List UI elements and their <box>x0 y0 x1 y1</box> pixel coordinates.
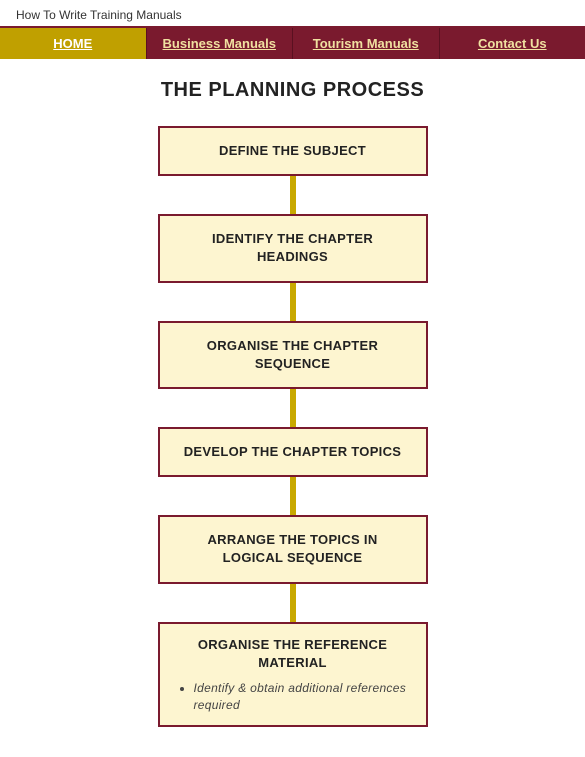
flowchart-box-5: ARRANGE THE TOPICS INLOGICAL SEQUENCE <box>158 515 428 583</box>
nav-item-tourism[interactable]: Tourism Manuals <box>293 28 440 59</box>
flowchart-box-2: IDENTIFY THE CHAPTER HEADINGS <box>158 214 428 282</box>
nav-item-business[interactable]: Business Manuals <box>147 28 294 59</box>
flowchart-box-6-title: ORGANISE THE REFERENCE MATERIAL <box>176 636 410 672</box>
flow-connector-2 <box>290 283 296 321</box>
flowchart-box-3-text: ORGANISE THE CHAPTER SEQUENCE <box>207 338 378 371</box>
flow-connector-5 <box>290 584 296 622</box>
flowchart-box-4: DEVELOP THE CHAPTER TOPICS <box>158 427 428 477</box>
nav-item-home[interactable]: HOME <box>0 28 147 59</box>
site-title: How To Write Training Manuals <box>16 8 569 22</box>
flowchart-box-1-text: DEFINE THE SUBJECT <box>219 143 366 158</box>
main-content: THE PLANNING PROCESS DEFINE THE SUBJECT … <box>0 59 585 757</box>
flowchart-box-3: ORGANISE THE CHAPTER SEQUENCE <box>158 321 428 389</box>
main-nav: HOME Business Manuals Tourism Manuals Co… <box>0 28 585 59</box>
nav-item-contact[interactable]: Contact Us <box>440 28 585 59</box>
flowchart-box-1: DEFINE THE SUBJECT <box>158 126 428 176</box>
flowchart: DEFINE THE SUBJECT IDENTIFY THE CHAPTER … <box>40 126 545 727</box>
flowchart-box-6: ORGANISE THE REFERENCE MATERIAL Identify… <box>158 622 428 728</box>
flowchart-box-5-text: ARRANGE THE TOPICS INLOGICAL SEQUENCE <box>207 532 377 565</box>
flowchart-box-6-bullet: Identify & obtain additional references … <box>194 680 410 714</box>
site-header: How To Write Training Manuals <box>0 0 585 28</box>
flow-connector-1 <box>290 176 296 214</box>
page-title: THE PLANNING PROCESS <box>161 79 424 102</box>
flow-connector-4 <box>290 477 296 515</box>
flowchart-box-4-text: DEVELOP THE CHAPTER TOPICS <box>184 444 402 459</box>
flowchart-box-2-text: IDENTIFY THE CHAPTER HEADINGS <box>212 231 373 264</box>
flow-connector-3 <box>290 389 296 427</box>
